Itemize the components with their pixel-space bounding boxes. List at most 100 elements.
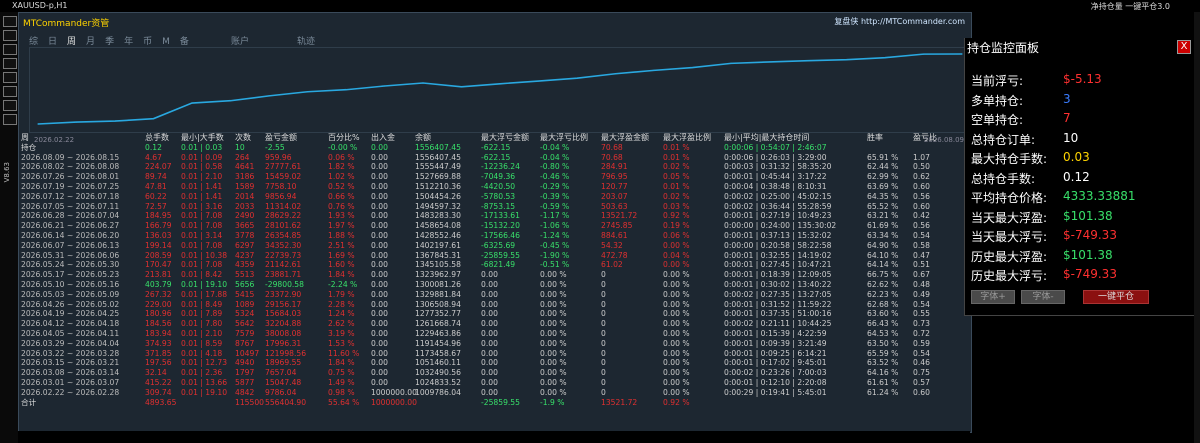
cell-col-11: 0.00 %: [663, 328, 690, 338]
cell-col-13: 65.59 %: [867, 348, 899, 358]
cell-col-9: 0.00 %: [540, 377, 567, 387]
cell-col-3: 2014: [235, 191, 255, 201]
close-all-button[interactable]: 一键平仓: [1083, 290, 1149, 304]
ea-status-text: 净持仓量 一键平仓3.0: [1090, 2, 1170, 11]
close-icon[interactable]: X: [1177, 40, 1191, 54]
tab-8[interactable]: 备: [180, 34, 189, 47]
cell-col-13: 64.10 %: [867, 250, 899, 260]
monitor-label: 最大持仓手数:: [971, 152, 1048, 166]
tool-button[interactable]: [3, 30, 17, 41]
cell-col-10: 884.61: [601, 230, 628, 240]
cell-col-14: 0.42: [913, 211, 930, 221]
cell-col-7: 1428552.46: [415, 230, 461, 240]
tab-1[interactable]: 日: [48, 34, 57, 47]
cell-col-0: 2026.04.26 ~ 2026.05.02: [21, 299, 120, 309]
cell-col-11: 0.01 %: [663, 181, 690, 191]
brand-link[interactable]: 复盘侠 http://MTCommander.com: [834, 16, 965, 27]
cell-col-3: 10: [235, 142, 245, 152]
tab-account[interactable]: 账户: [231, 34, 249, 47]
tab-7[interactable]: M: [162, 37, 170, 47]
cell-col-4: 27777.61: [265, 162, 302, 172]
tool-button[interactable]: [3, 100, 17, 111]
cell-col-3: 5877: [235, 377, 255, 387]
cell-col-6: 0.00: [371, 230, 388, 240]
cell-col-5: 11.60 %: [328, 348, 360, 358]
tab-3[interactable]: 月: [86, 34, 95, 47]
cell-col-5: 1.88 %: [328, 230, 355, 240]
cell-col-0: 2026.06.28 ~ 2026.07.04: [21, 211, 120, 221]
tab-6[interactable]: 币: [143, 34, 152, 47]
cell-col-10: 0: [601, 279, 606, 289]
monitor-value: 10: [1063, 130, 1079, 145]
cell-col-8: -17133.61: [481, 211, 520, 221]
cell-col-4: 26354.85: [265, 230, 302, 240]
cell-col-5: 2.28 %: [328, 299, 355, 309]
right-scrollbar[interactable]: [1194, 12, 1200, 443]
cell-col-14: 0.46: [913, 358, 930, 368]
tab-trace[interactable]: 轨迹: [297, 34, 315, 47]
table-row: 2026.07.05 ~ 2026.07.11 72.57 0.01 | 3.16 2…: [21, 202, 969, 212]
cell-col-11: 0.00 %: [663, 358, 690, 368]
cell-col-13: 66.43 %: [867, 319, 899, 329]
cell-col-10: 0: [601, 270, 606, 280]
tool-button[interactable]: [3, 58, 17, 69]
cell-col-0: 2026.04.05 ~ 2026.04.11: [21, 328, 120, 338]
cell-col-2: 0.01 | 0.03: [181, 142, 223, 152]
bottom-bar: [18, 431, 970, 443]
cell-col-14: 0.60: [913, 181, 930, 191]
cell-col-0: 2026.03.08 ~ 2026.03.14: [21, 368, 120, 378]
cell-col-2: 0.01 | 13.66: [181, 377, 228, 387]
cell-col-11: 0.00 %: [663, 289, 690, 299]
cell-col-8: 0.00: [481, 387, 498, 397]
cell-col-5: 1.82 %: [328, 162, 355, 172]
cell-col-7: 1261668.74: [415, 319, 461, 329]
cell-col-9: 0.00 %: [540, 270, 567, 280]
cell-col-0: 周: [21, 133, 29, 142]
cell-col-1: 208.59: [145, 250, 172, 260]
cell-col-4: 7758.10: [265, 181, 297, 191]
cell-col-9: 0.00 %: [540, 358, 567, 368]
cell-col-3: 1089: [235, 299, 255, 309]
cell-col-0: 2026.08.09 ~ 2026.08.15: [21, 152, 120, 162]
monitor-value: 0.03: [1063, 150, 1090, 164]
cell-col-11: 0.00 %: [663, 260, 690, 270]
tool-button[interactable]: [3, 72, 17, 83]
cell-col-5: 1.53 %: [328, 338, 355, 348]
cell-col-4: 15047.48: [265, 377, 302, 387]
cell-col-0: 2026.04.12 ~ 2026.04.18: [21, 319, 120, 329]
cell-col-8: 0.00: [481, 289, 498, 299]
cell-col-9: 0.00 %: [540, 309, 567, 319]
equity-point: [845, 59, 848, 61]
tool-button[interactable]: [3, 114, 17, 125]
tool-button[interactable]: [3, 86, 17, 97]
symbol-label: XAUUSD-p,H1: [12, 1, 68, 10]
cell-col-7: 1032490.56: [415, 368, 461, 378]
cell-col-6: 0.00: [371, 358, 388, 368]
cell-col-7: 1051460.11: [415, 358, 461, 368]
cell-col-1: 166.79: [145, 221, 172, 231]
cell-col-14: 0.73: [913, 319, 930, 329]
cell-col-3: 1797: [235, 368, 255, 378]
font-decrease-button[interactable]: 字体-: [1021, 290, 1065, 304]
cell-col-5: 1.49 %: [328, 377, 355, 387]
tool-button[interactable]: [3, 44, 17, 55]
cell-col-12: 0:00:01 | 0:09:25 | 6:14:21: [724, 348, 827, 358]
tab-4[interactable]: 季: [105, 34, 114, 47]
cell-col-8: 0.00: [481, 348, 498, 358]
cell-col-7: 1329881.84: [415, 289, 461, 299]
tab-2[interactable]: 周: [67, 34, 76, 47]
cell-col-9: -0.29 %: [540, 181, 570, 191]
font-increase-button[interactable]: 字体+: [971, 290, 1015, 304]
cell-col-13: 64.90 %: [867, 240, 899, 250]
monitor-value: $-749.33: [1063, 228, 1117, 242]
tool-button[interactable]: [3, 16, 17, 27]
tab-5[interactable]: 年: [124, 34, 133, 47]
monitor-label: 历史最大浮亏:: [971, 269, 1048, 283]
cell-col-3: 2490: [235, 211, 255, 221]
cell-col-12: 0:00:00 | 0:20:58 | 58:22:58: [724, 240, 832, 250]
cell-col-9: -1.90 %: [540, 250, 570, 260]
tab-0[interactable]: 综: [29, 34, 38, 47]
cell-col-6: 0.00: [371, 338, 388, 348]
cell-col-2: 0.01 | 2.10: [181, 172, 223, 182]
cell-col-1: 267.32: [145, 289, 172, 299]
